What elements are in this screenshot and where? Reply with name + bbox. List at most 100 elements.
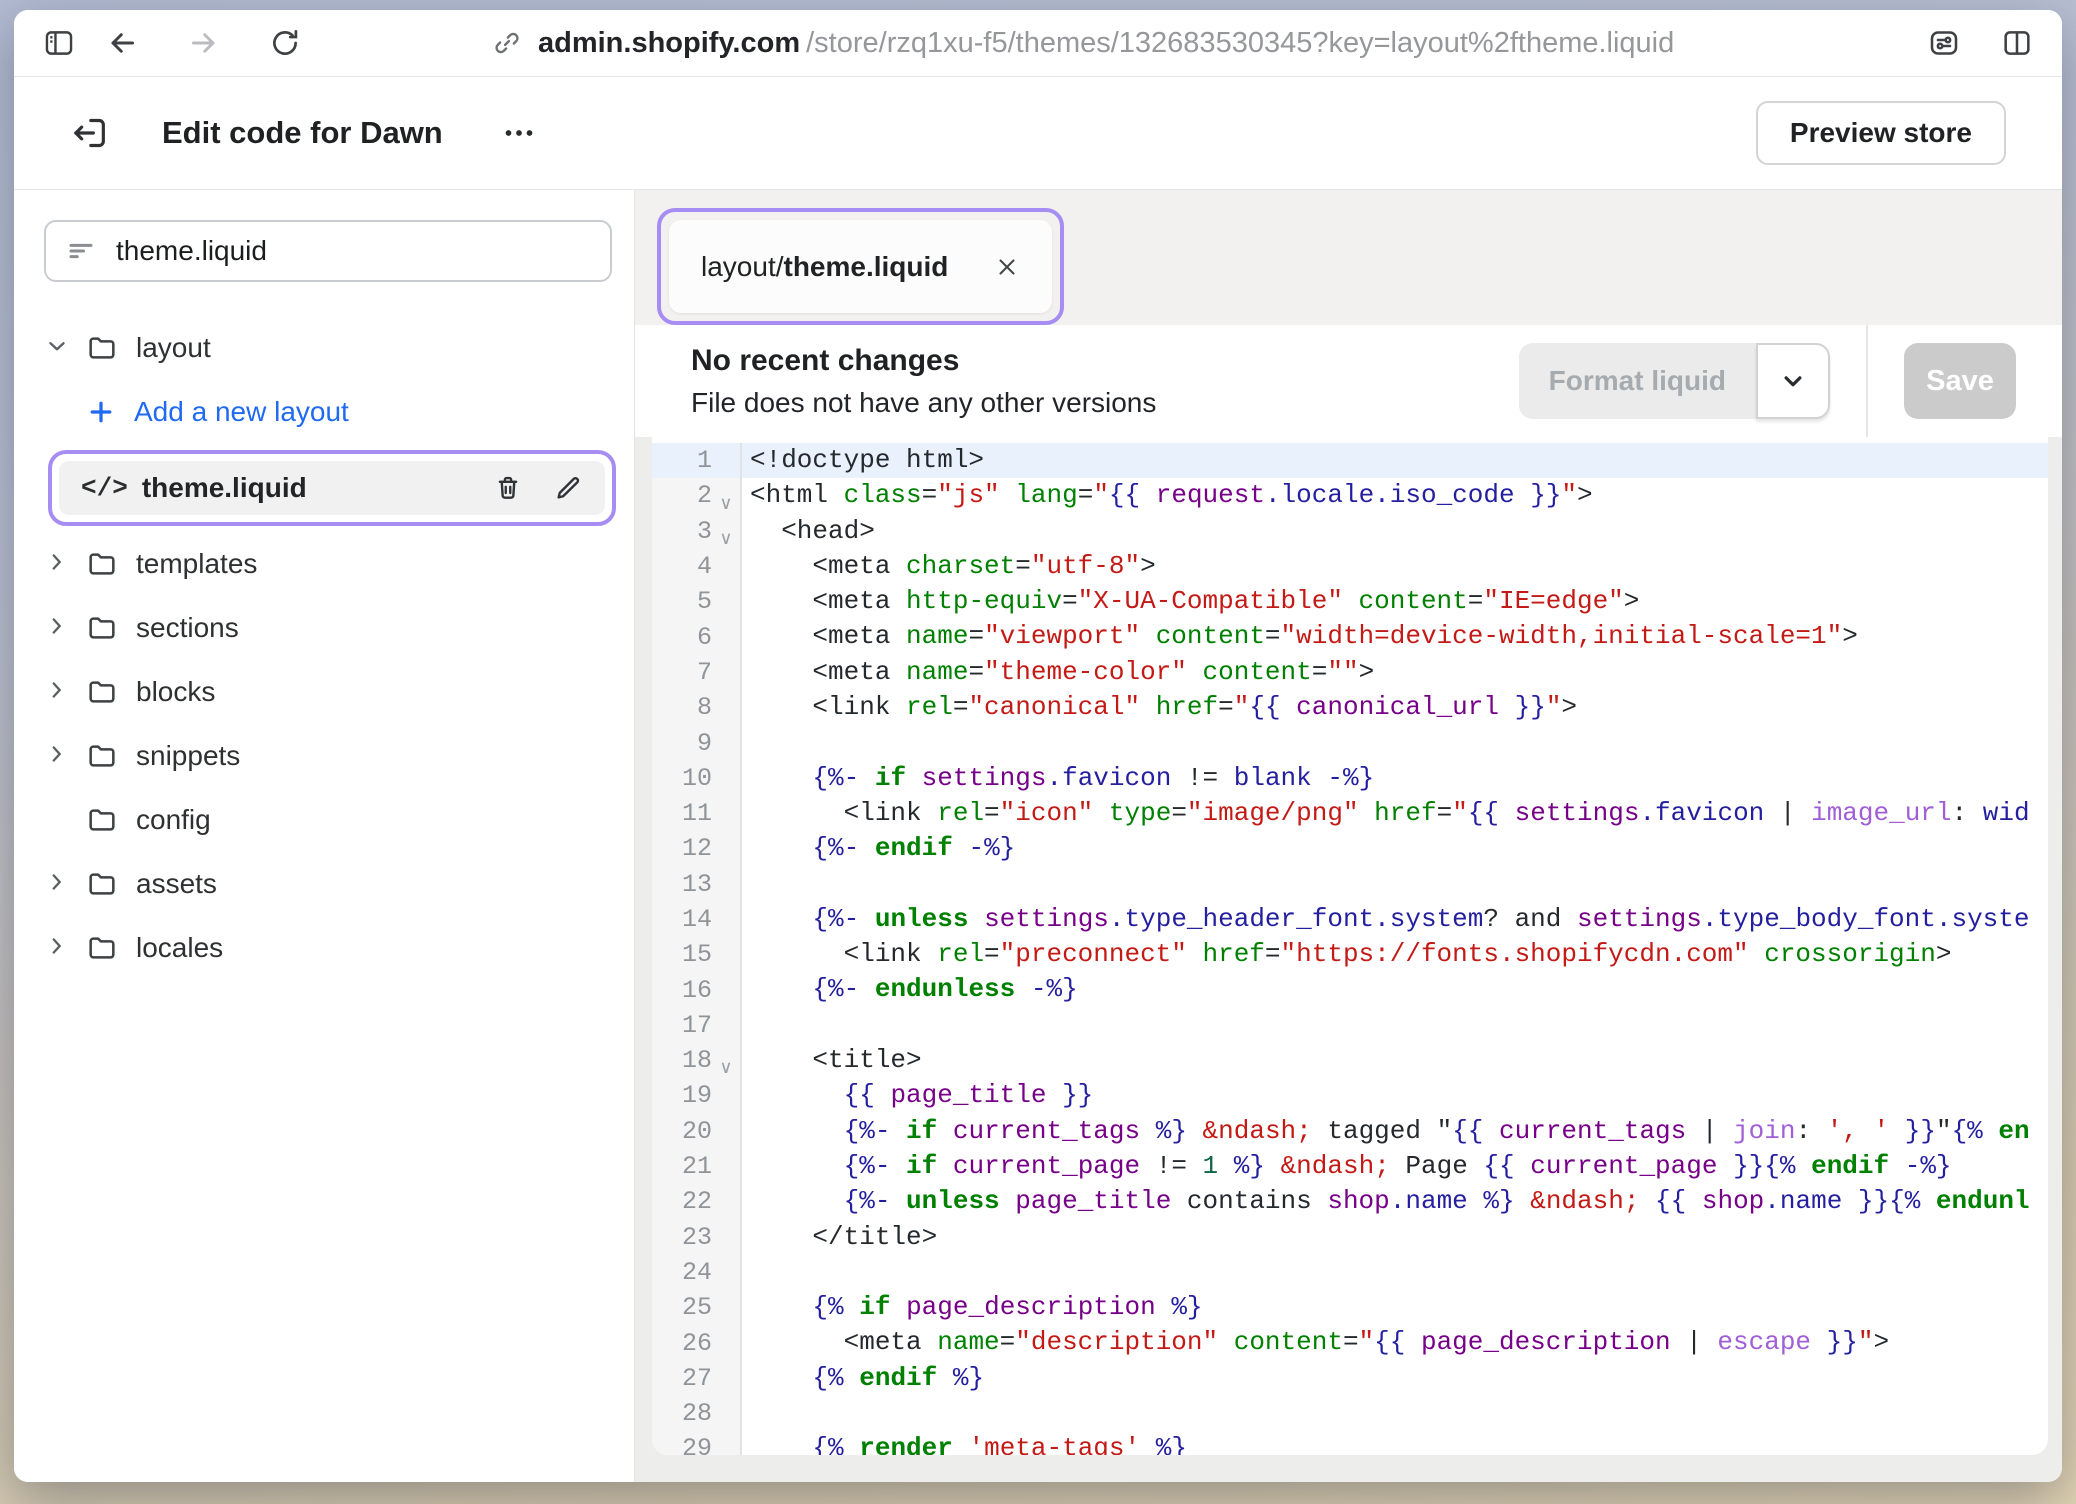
split-view-icon[interactable] [2000,26,2034,60]
code-text[interactable]: <html class="js" lang="{{ request.locale… [742,478,2048,513]
chevron-right-icon[interactable] [44,933,70,964]
save-button[interactable]: Save [1904,343,2016,419]
code-text[interactable]: {{ page_title }} [742,1078,2048,1113]
code-line-6[interactable]: 6 <meta name="viewport" content="width=d… [652,619,2048,654]
chevron-down-icon[interactable] [44,333,70,364]
code-line-11[interactable]: 11 <link rel="icon" type="image/png" hre… [652,796,2048,831]
code-line-28[interactable]: 28 [652,1396,2048,1431]
chevron-right-icon[interactable] [44,549,70,580]
sidebar-item-config[interactable]: config [14,788,634,852]
code-text[interactable]: <!doctype html> [742,443,2048,478]
sidebar-item-blocks[interactable]: blocks [14,660,634,724]
code-text[interactable]: <link rel="canonical" href="{{ canonical… [742,690,2048,725]
chevron-right-icon[interactable] [44,741,70,772]
pencil-icon[interactable] [553,473,583,503]
controls-icon[interactable] [1926,25,1962,61]
code-line-9[interactable]: 9 [652,725,2048,760]
code-text[interactable] [742,725,2048,760]
sidebar-item-locales[interactable]: locales [14,916,634,980]
sidebar-item-sections[interactable]: sections [14,596,634,660]
code-text[interactable]: <link rel="icon" type="image/png" href="… [742,796,2048,831]
close-icon[interactable] [994,254,1020,280]
format-liquid-button[interactable]: Format liquid [1519,343,1830,419]
code-text[interactable]: {% if page_description %} [742,1290,2048,1325]
preview-store-button[interactable]: Preview store [1756,101,2006,165]
tab-theme-liquid[interactable]: layout/theme.liquid [669,220,1052,313]
code-text[interactable]: {%- if current_tags %} &ndash; tagged "{… [742,1114,2048,1149]
code-line-7[interactable]: 7 <meta name="theme-color" content=""> [652,655,2048,690]
code-text[interactable] [742,867,2048,902]
fold-toggle-icon[interactable]: ∨ [712,478,740,513]
chevron-down-icon[interactable] [1756,343,1830,419]
back-icon[interactable] [104,25,140,61]
code-text[interactable]: {%- endif -%} [742,831,2048,866]
code-line-29[interactable]: 29 {% render 'meta-tags' %} [652,1431,2048,1455]
folder-icon [86,332,118,364]
code-line-10[interactable]: 10 {%- if settings.favicon != blank -%} [652,761,2048,796]
code-text[interactable]: {%- endunless -%} [742,972,2048,1007]
code-line-12[interactable]: 12 {%- endif -%} [652,831,2048,866]
code-text[interactable] [742,1396,2048,1431]
code-line-16[interactable]: 16 {%- endunless -%} [652,972,2048,1007]
chevron-right-icon[interactable] [44,869,70,900]
code-text[interactable]: <head> [742,514,2048,549]
sidebar-item-theme-liquid[interactable]: </>theme.liquid [59,461,605,515]
chevron-right-icon[interactable] [44,677,70,708]
code-text[interactable]: <meta charset="utf-8"> [742,549,2048,584]
chevron-right-icon[interactable] [44,613,70,644]
exit-icon[interactable] [70,113,110,153]
reload-icon[interactable] [268,26,302,60]
code-text[interactable]: {%- if current_page != 1 %} &ndash; Page… [742,1149,2048,1184]
code-line-15[interactable]: 15 <link rel="preconnect" href="https://… [652,937,2048,972]
sidebar-item-templates[interactable]: templates [14,532,634,596]
code-text[interactable]: {%- unless page_title contains shop.name… [742,1184,2048,1219]
code-line-18[interactable]: 18∨ <title> [652,1043,2048,1078]
code-line-4[interactable]: 4 <meta charset="utf-8"> [652,549,2048,584]
sidebar-item-snippets[interactable]: snippets [14,724,634,788]
code-text[interactable]: <title> [742,1043,2048,1078]
code-line-5[interactable]: 5 <meta http-equiv="X-UA-Compatible" con… [652,584,2048,619]
code-text[interactable]: <meta http-equiv="X-UA-Compatible" conte… [742,584,2048,619]
code-line-3[interactable]: 3∨ <head> [652,514,2048,549]
search-input[interactable] [114,234,590,268]
code-text[interactable]: <link rel="preconnect" href="https://fon… [742,937,2048,972]
address-bar[interactable]: admin.shopify.com/store/rzq1xu-f5/themes… [492,27,1674,60]
fold-toggle-icon[interactable]: ∨ [712,514,740,549]
code-line-8[interactable]: 8 <link rel="canonical" href="{{ canonic… [652,690,2048,725]
file-search-field[interactable] [44,220,612,282]
sidebar-toggle-icon[interactable] [42,26,76,60]
fold-toggle-icon[interactable]: ∨ [712,1043,740,1078]
code-line-19[interactable]: 19 {{ page_title }} [652,1078,2048,1113]
code-line-17[interactable]: 17 [652,1008,2048,1043]
code-text[interactable]: {% endif %} [742,1361,2048,1396]
code-line-14[interactable]: 14 {%- unless settings.type_header_font.… [652,902,2048,937]
code-text[interactable]: {%- unless settings.type_header_font.sys… [742,902,2048,937]
code-text[interactable]: </title> [742,1220,2048,1255]
code-text[interactable]: {%- if settings.favicon != blank -%} [742,761,2048,796]
add-new-layout-button[interactable]: Add a new layout [14,380,634,444]
sidebar-item-layout[interactable]: layout [14,316,634,380]
code-line-23[interactable]: 23 </title> [652,1220,2048,1255]
code-text[interactable] [742,1008,2048,1043]
code-line-26[interactable]: 26 <meta name="description" content="{{ … [652,1325,2048,1360]
code-line-21[interactable]: 21 {%- if current_page != 1 %} &ndash; P… [652,1149,2048,1184]
line-number: 14 [652,905,712,934]
code-line-1[interactable]: 1<!doctype html> [652,443,2048,478]
code-line-20[interactable]: 20 {%- if current_tags %} &ndash; tagged… [652,1114,2048,1149]
code-text[interactable]: {% render 'meta-tags' %} [742,1431,2048,1455]
code-line-27[interactable]: 27 {% endif %} [652,1361,2048,1396]
code-line-2[interactable]: 2∨<html class="js" lang="{{ request.loca… [652,478,2048,513]
code-text[interactable]: <meta name="theme-color" content=""> [742,655,2048,690]
kebab-icon[interactable] [501,115,537,151]
code-line-13[interactable]: 13 [652,867,2048,902]
code-line-25[interactable]: 25 {% if page_description %} [652,1290,2048,1325]
code-editor[interactable]: 1<!doctype html>2∨<html class="js" lang=… [652,437,2048,1455]
sidebar-item-assets[interactable]: assets [14,852,634,916]
code-text[interactable] [742,1255,2048,1290]
code-line-24[interactable]: 24 [652,1255,2048,1290]
code-line-22[interactable]: 22 {%- unless page_title contains shop.n… [652,1184,2048,1219]
trash-icon[interactable] [493,473,523,503]
code-text[interactable]: <meta name="description" content="{{ pag… [742,1325,2048,1360]
code-text[interactable]: <meta name="viewport" content="width=dev… [742,619,2048,654]
app-header: Edit code for Dawn Preview store [14,77,2062,190]
